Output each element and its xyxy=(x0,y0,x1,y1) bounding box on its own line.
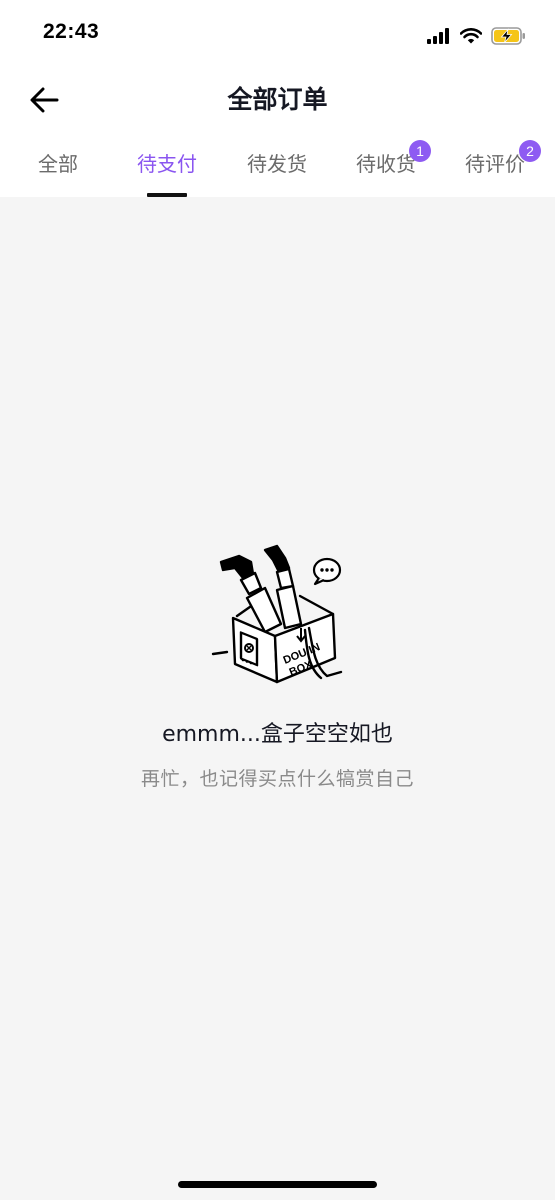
active-tab-indicator xyxy=(147,193,187,197)
tab-pending-shipment-label: 待发货 xyxy=(247,152,307,176)
tab-all[interactable]: 全部 xyxy=(13,140,103,197)
tab-pending-review[interactable]: 待评价 2 xyxy=(450,140,541,197)
arrow-left-icon xyxy=(30,87,59,113)
home-indicator[interactable] xyxy=(178,1181,377,1188)
tab-pending-receipt-badge: 1 xyxy=(409,140,431,162)
empty-state-title: emmm...盒子空空如也 xyxy=(162,722,393,747)
tab-pending-review-badge: 2 xyxy=(519,140,541,162)
status-time: 22:43 xyxy=(43,20,100,43)
empty-state-subtitle: 再忙，也记得买点什么犒赏自己 xyxy=(140,768,414,790)
tab-all-label: 全部 xyxy=(38,152,78,176)
status-icons xyxy=(427,24,527,48)
empty-box-illustration-icon: DOU IN BOX xyxy=(211,544,343,684)
order-status-tabs: 全部 待支付 待发货 待收货 1 待评价 2 xyxy=(0,140,555,197)
battery-charging-icon xyxy=(491,27,525,45)
tab-pending-payment-label: 待支付 xyxy=(137,152,197,176)
tab-pending-shipment[interactable]: 待发货 xyxy=(232,140,322,197)
page-title: 全部订单 xyxy=(227,85,328,114)
tab-pending-payment[interactable]: 待支付 xyxy=(122,140,212,197)
tab-pending-receipt[interactable]: 待收货 1 xyxy=(341,140,431,197)
header-area: 22:43 全部订单 全部 待支付 待发货 待收货 1 待评价 2 xyxy=(0,0,555,197)
back-button[interactable] xyxy=(24,82,64,118)
wifi-icon xyxy=(460,28,482,44)
cellular-signal-icon xyxy=(427,28,449,44)
